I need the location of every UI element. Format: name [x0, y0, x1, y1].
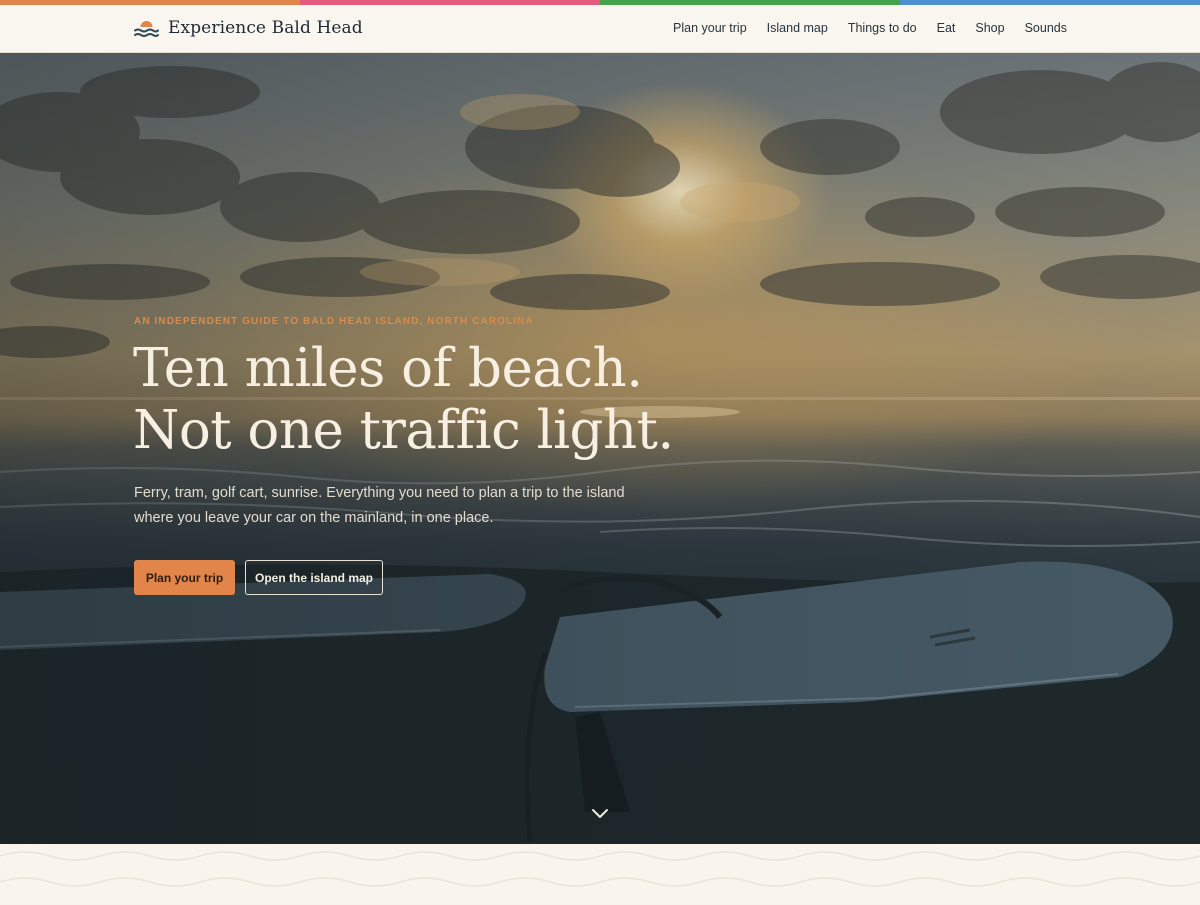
hero-eyebrow: AN INDEPENDENT GUIDE TO BALD HEAD ISLAND… — [134, 316, 534, 327]
next-section-band — [0, 844, 1200, 900]
color-stripe — [0, 0, 1200, 5]
hero-headline: Ten miles of beach. Not one traffic ligh… — [133, 338, 753, 462]
nav-island-map[interactable]: Island map — [767, 21, 828, 35]
nav-things-to-do[interactable]: Things to do — [848, 21, 917, 35]
nav-eat[interactable]: Eat — [937, 21, 956, 35]
brand-home-link[interactable]: Experience Bald Head — [134, 17, 363, 39]
open-island-map-button[interactable]: Open the island map — [245, 560, 383, 595]
hero-headline-line-2: Not one traffic light. — [133, 400, 674, 461]
stripe-pink — [300, 0, 600, 5]
hero-headline-line-1: Ten miles of beach. — [133, 338, 643, 399]
sun-over-waves-icon — [134, 21, 159, 37]
stripe-orange — [0, 0, 300, 5]
site-header: Experience Bald Head Plan your trip Isla… — [0, 5, 1200, 53]
chevron-down-icon[interactable] — [591, 806, 609, 820]
wave-pattern — [0, 851, 1200, 887]
nav-sounds[interactable]: Sounds — [1025, 21, 1067, 35]
nav-plan-your-trip[interactable]: Plan your trip — [673, 21, 747, 35]
stripe-blue — [900, 0, 1200, 5]
nav-shop[interactable]: Shop — [975, 21, 1004, 35]
main-nav: Plan your trip Island map Things to do E… — [673, 21, 1067, 35]
stripe-green — [600, 0, 900, 5]
brand-name: Experience Bald Head — [168, 18, 363, 38]
hero-section: AN INDEPENDENT GUIDE TO BALD HEAD ISLAND… — [0, 52, 1200, 844]
plan-your-trip-button[interactable]: Plan your trip — [134, 560, 235, 595]
hero-lede: Ferry, tram, golf cart, sunrise. Everyth… — [134, 485, 625, 526]
